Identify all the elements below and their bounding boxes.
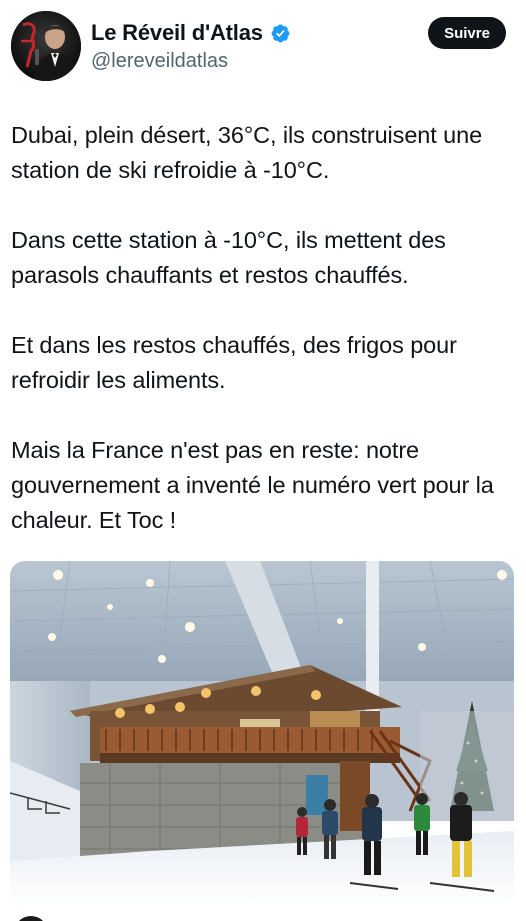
display-name[interactable]: Le Réveil d'Atlas bbox=[91, 20, 263, 46]
tweet-paragraph: Dans cette station à -10°C, ils mettent … bbox=[11, 227, 446, 288]
tweet-paragraph: Mais la France n'est pas en reste: notre… bbox=[11, 437, 494, 533]
follow-button[interactable]: Suivre bbox=[428, 17, 506, 49]
tweet-page: Le Réveil d'Atlas @lereveildatlas Suivre… bbox=[0, 0, 526, 921]
avatar[interactable] bbox=[11, 11, 81, 81]
name-row: Le Réveil d'Atlas bbox=[91, 20, 291, 46]
avatar-man-in-suit-icon bbox=[11, 11, 81, 81]
tweet-photo[interactable] bbox=[10, 561, 514, 907]
tweet-header: Le Réveil d'Atlas @lereveildatlas Suivre bbox=[11, 11, 506, 81]
ski-resort-photo-image bbox=[10, 561, 514, 907]
tweet-paragraph: Dubai, plein désert, 36°C, ils construis… bbox=[11, 122, 483, 183]
tweet-text: Dubai, plein désert, 36°C, ils construis… bbox=[11, 118, 516, 538]
next-tweet-avatar[interactable] bbox=[14, 916, 48, 921]
user-handle[interactable]: @lereveildatlas bbox=[91, 50, 228, 73]
tweet-paragraph: Et dans les restos chauffés, des frigos … bbox=[11, 332, 457, 393]
verified-badge-icon bbox=[270, 23, 291, 44]
